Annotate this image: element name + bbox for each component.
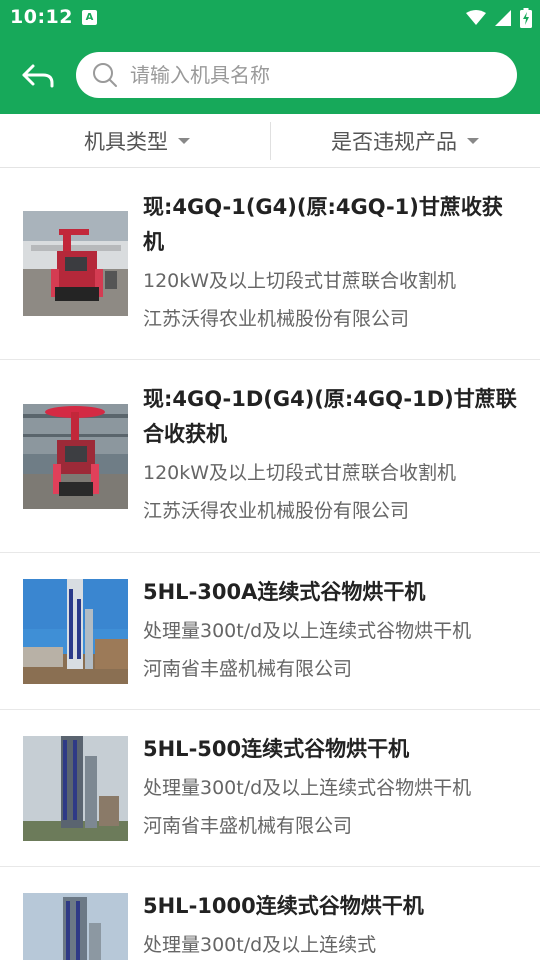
dropdown-caret-icon bbox=[467, 138, 479, 144]
grain-dryer-tower-photo bbox=[23, 736, 128, 841]
sugarcane-harvester-photo bbox=[23, 211, 128, 316]
product-info: 现:4GQ-1D(G4)(原:4GQ-1D)甘蔗联合收获机 120kW及以上切段… bbox=[143, 382, 523, 530]
filter-machine-type[interactable]: 机具类型 bbox=[84, 114, 190, 168]
product-title: 5HL-300A连续式谷物烘干机 bbox=[143, 580, 426, 604]
product-company: 河南省丰盛机械有限公司 bbox=[143, 815, 353, 837]
back-button[interactable] bbox=[16, 56, 60, 96]
filter-bar: 机具类型 是否违规产品 bbox=[0, 114, 540, 168]
product-description: 处理量300t/d及以上连续式谷物烘干机 bbox=[143, 777, 472, 799]
wifi-icon bbox=[466, 10, 486, 25]
battery-charging-icon bbox=[520, 8, 532, 28]
list-item[interactable]: 现:4GQ-1(G4)(原:4GQ-1)甘蔗收获机 120kW及以上切段式甘蔗联… bbox=[0, 168, 540, 360]
grain-dryer-tower-photo bbox=[23, 893, 128, 960]
status-time: 10:12 bbox=[10, 6, 73, 28]
product-list: 现:4GQ-1(G4)(原:4GQ-1)甘蔗收获机 120kW及以上切段式甘蔗联… bbox=[0, 168, 540, 960]
sugarcane-harvester-photo bbox=[23, 404, 128, 509]
filter-violation-product[interactable]: 是否违规产品 bbox=[331, 114, 479, 168]
product-title: 现:4GQ-1D(G4)(原:4GQ-1D)甘蔗联合收获机 bbox=[143, 387, 517, 446]
product-info: 5HL-300A连续式谷物烘干机 处理量300t/d及以上连续式谷物烘干机 河南… bbox=[143, 575, 523, 688]
dropdown-caret-icon bbox=[178, 138, 190, 144]
product-image bbox=[23, 404, 128, 509]
product-image bbox=[23, 211, 128, 316]
search-icon bbox=[92, 62, 118, 88]
app-bar bbox=[0, 36, 540, 114]
status-bar: 10:12 A bbox=[0, 0, 540, 36]
list-item[interactable]: 5HL-300A连续式谷物烘干机 处理量300t/d及以上连续式谷物烘干机 河南… bbox=[0, 553, 540, 710]
filter-label: 机具类型 bbox=[84, 130, 168, 154]
search-input[interactable] bbox=[130, 63, 480, 87]
product-company: 江苏沃得农业机械股份有限公司 bbox=[143, 308, 410, 330]
product-info: 5HL-1000连续式谷物烘干机 处理量300t/d及以上连续式 bbox=[143, 889, 523, 960]
product-company: 河南省丰盛机械有限公司 bbox=[143, 658, 353, 680]
list-item[interactable]: 现:4GQ-1D(G4)(原:4GQ-1D)甘蔗联合收获机 120kW及以上切段… bbox=[0, 360, 540, 553]
filter-label: 是否违规产品 bbox=[331, 130, 457, 154]
product-description: 处理量300t/d及以上连续式谷物烘干机 bbox=[143, 620, 472, 642]
search-box[interactable] bbox=[76, 52, 517, 98]
product-company: 江苏沃得农业机械股份有限公司 bbox=[143, 500, 410, 522]
product-image bbox=[23, 893, 128, 960]
product-image bbox=[23, 736, 128, 841]
product-title: 5HL-500连续式谷物烘干机 bbox=[143, 737, 410, 761]
app-notification-icon: A bbox=[82, 10, 97, 25]
product-description: 处理量300t/d及以上连续式 bbox=[143, 934, 377, 956]
list-item[interactable]: 5HL-1000连续式谷物烘干机 处理量300t/d及以上连续式 bbox=[0, 867, 540, 960]
product-description: 120kW及以上切段式甘蔗联合收割机 bbox=[143, 270, 457, 292]
product-description: 120kW及以上切段式甘蔗联合收割机 bbox=[143, 462, 457, 484]
product-info: 现:4GQ-1(G4)(原:4GQ-1)甘蔗收获机 120kW及以上切段式甘蔗联… bbox=[143, 190, 523, 338]
product-title: 现:4GQ-1(G4)(原:4GQ-1)甘蔗收获机 bbox=[143, 195, 503, 254]
grain-dryer-tower-photo bbox=[23, 579, 128, 684]
product-info: 5HL-500连续式谷物烘干机 处理量300t/d及以上连续式谷物烘干机 河南省… bbox=[143, 732, 523, 845]
list-item[interactable]: 5HL-500连续式谷物烘干机 处理量300t/d及以上连续式谷物烘干机 河南省… bbox=[0, 710, 540, 867]
cellular-signal-icon bbox=[495, 10, 511, 26]
back-arrow-icon bbox=[22, 64, 54, 88]
filter-divider bbox=[270, 122, 271, 160]
product-image bbox=[23, 579, 128, 684]
status-icons bbox=[466, 6, 532, 30]
product-title: 5HL-1000连续式谷物烘干机 bbox=[143, 894, 424, 918]
